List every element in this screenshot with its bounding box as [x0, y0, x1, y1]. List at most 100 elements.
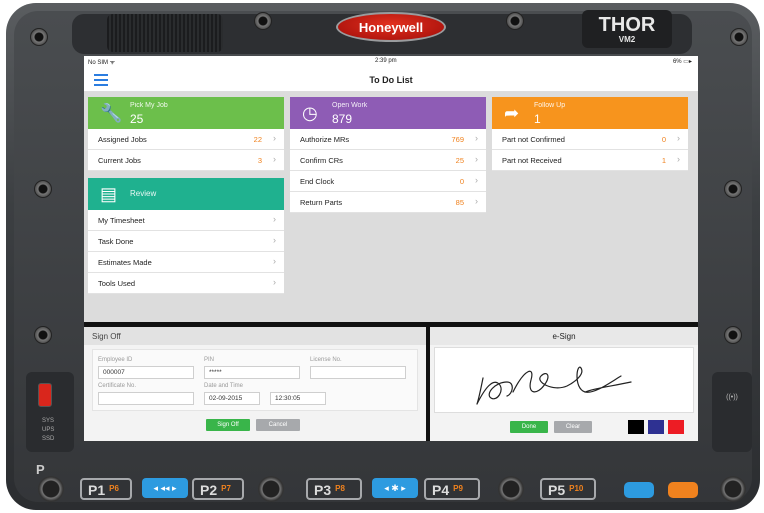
pin-label: PIN — [204, 357, 215, 363]
key-label: P4 — [432, 482, 450, 498]
p1-key[interactable]: P1 P6 — [80, 478, 132, 500]
volume-key[interactable]: ◂ ◂◂ ▸ — [142, 478, 188, 498]
key-sub: P9 — [453, 484, 463, 493]
card-count: 1 — [534, 112, 541, 126]
card-count: 879 — [332, 112, 353, 126]
p3-key[interactable]: P3 P8 — [306, 478, 362, 500]
card-header: ▤ Review — [88, 178, 284, 210]
key-label: P5 — [548, 482, 566, 498]
clear-button[interactable]: Clear — [554, 421, 592, 433]
row-label: Return Parts — [300, 198, 343, 207]
function-key-row: P1 P6 ◂ ◂◂ ▸ P2 P7 P3 P8 ◂ ✱ ▸ P4 P9 P5 P10 — [0, 468, 764, 508]
key-label: P3 — [314, 482, 332, 498]
list-item[interactable]: End Clock 0 › — [290, 171, 486, 192]
row-value: 0 — [661, 135, 666, 144]
row-label: Confirm CRs — [300, 156, 343, 165]
chevron-right-icon: › — [475, 175, 478, 185]
datetime-label: Date and Time — [204, 383, 244, 389]
key-sub: P10 — [569, 484, 584, 493]
chevron-right-icon: › — [273, 154, 276, 164]
card-title: Pick My Job — [130, 102, 168, 109]
dashboard: 🔧 Pick My Job 25 Assigned Jobs 22 › Curren… — [84, 92, 698, 322]
certificate-field[interactable] — [98, 392, 194, 405]
date-field[interactable]: 02-09-2015 — [204, 392, 260, 405]
card-header: ➦ Follow Up 1 — [492, 97, 688, 129]
row-value: 22 — [253, 135, 262, 144]
card-follow-up[interactable]: ➦ Follow Up 1 Part not Confirmed 0 › Part … — [492, 97, 688, 171]
forward-arrow-icon: ➦ — [504, 103, 520, 123]
row-label: Part not Received — [502, 156, 562, 165]
esign-title: e-Sign — [430, 327, 698, 345]
list-item[interactable]: Tools Used › — [88, 273, 284, 294]
card-pick-my-job[interactable]: 🔧 Pick My Job 25 Assigned Jobs 22 › Curren… — [88, 97, 284, 171]
signoff-title: Sign Off — [84, 327, 426, 345]
screen: No SIM ᯤ 2:39 pm 6% ▭▸ To Do List 🔧 Pick… — [84, 56, 698, 441]
screw-icon — [724, 180, 742, 198]
list-item[interactable]: Estimates Made › — [88, 252, 284, 273]
model-name: THOR — [598, 14, 656, 36]
list-item[interactable]: Current Jobs 3 › — [88, 150, 284, 171]
chevron-right-icon: › — [475, 133, 478, 143]
wireless-icon: ((•)) — [726, 394, 738, 401]
status-led-ssd: SSD — [42, 436, 55, 442]
row-label: Task Done — [98, 237, 134, 246]
license-field[interactable] — [310, 366, 406, 379]
key-sub: P6 — [109, 484, 119, 493]
list-item[interactable]: My Timesheet › — [88, 210, 284, 231]
card-count: 25 — [130, 112, 144, 126]
blue-key[interactable] — [624, 482, 654, 498]
card-title: Review — [130, 189, 157, 198]
row-value: 1 — [661, 156, 666, 165]
round-button[interactable] — [258, 476, 284, 502]
p2-key[interactable]: P2 P7 — [192, 478, 244, 500]
clock-text: 2:39 pm — [375, 58, 397, 64]
brightness-key[interactable]: ◂ ✱ ▸ — [372, 478, 418, 498]
list-item[interactable]: Part not Confirmed 0 › — [492, 129, 688, 150]
key-sub: P7 — [221, 484, 231, 493]
nav-bar: To Do List — [84, 68, 698, 92]
round-button[interactable] — [498, 476, 524, 502]
p4-key[interactable]: P4 P9 — [424, 478, 480, 500]
done-button[interactable]: Done — [510, 421, 548, 433]
list-item[interactable]: Return Parts 85 › — [290, 192, 486, 213]
row-label: Part not Confirmed — [502, 135, 565, 144]
pen-color-blue[interactable] — [648, 420, 664, 434]
chevron-right-icon: › — [475, 154, 478, 164]
chevron-right-icon: › — [677, 133, 680, 143]
row-label: Estimates Made — [98, 258, 152, 267]
chevron-right-icon: › — [273, 133, 276, 143]
card-open-work[interactable]: ◷ Open Work 879 Authorize MRs 769 › Confir… — [290, 97, 486, 213]
row-label: Assigned Jobs — [98, 135, 147, 144]
row-value: 3 — [257, 156, 262, 165]
key-label: P1 — [88, 482, 106, 498]
time-field[interactable]: 12:30:05 — [270, 392, 326, 405]
list-item[interactable]: Task Done › — [88, 231, 284, 252]
card-title: Follow Up — [534, 102, 566, 109]
round-button[interactable] — [38, 476, 64, 502]
list-item[interactable]: Confirm CRs 25 › — [290, 150, 486, 171]
p5-key[interactable]: P5 P10 — [540, 478, 596, 500]
card-title: Open Work — [332, 102, 368, 109]
model-sub: VM2 — [618, 35, 636, 44]
status-bar: No SIM ᯤ 2:39 pm 6% ▭▸ — [84, 56, 698, 68]
pin-field[interactable]: ***** — [204, 366, 300, 379]
employee-id-field[interactable]: 000007 — [98, 366, 194, 379]
list-item[interactable]: Authorize MRs 769 › — [290, 129, 486, 150]
pen-color-black[interactable] — [628, 420, 644, 434]
sign-off-button[interactable]: Sign Off — [206, 419, 250, 431]
pen-color-red[interactable] — [668, 420, 684, 434]
orange-key[interactable] — [668, 482, 698, 498]
screw-icon — [34, 180, 52, 198]
chevron-right-icon: › — [273, 235, 276, 245]
list-item[interactable]: Assigned Jobs 22 › — [88, 129, 284, 150]
row-label: Current Jobs — [98, 156, 141, 165]
signature-pad[interactable] — [434, 347, 694, 413]
card-review[interactable]: ▤ Review My Timesheet › Task Done › Estima… — [88, 178, 284, 294]
power-button[interactable] — [38, 383, 52, 407]
row-label: My Timesheet — [98, 216, 145, 225]
chevron-right-icon: › — [273, 277, 276, 287]
cancel-button[interactable]: Cancel — [256, 419, 300, 431]
list-item[interactable]: Part not Received 1 › — [492, 150, 688, 171]
round-button[interactable] — [720, 476, 746, 502]
chevron-right-icon: › — [273, 214, 276, 224]
